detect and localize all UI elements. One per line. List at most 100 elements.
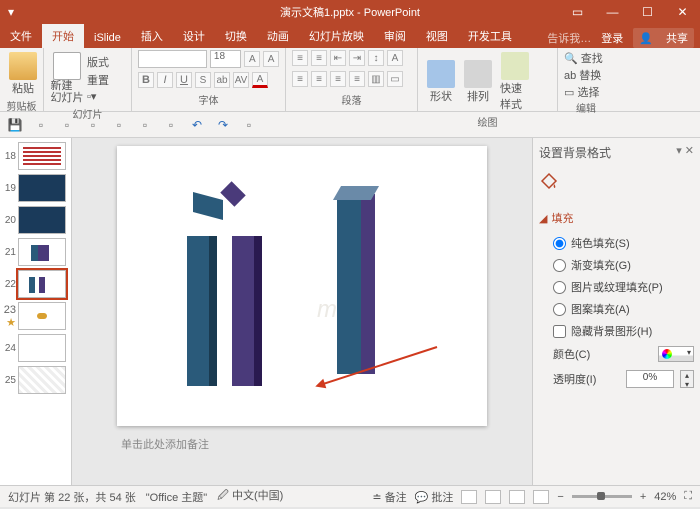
tell-me[interactable]: 告诉我…: [547, 30, 591, 46]
qat-btn[interactable]: ▫: [242, 118, 256, 132]
transparency-label: 透明度(I): [553, 371, 596, 387]
align-center[interactable]: ≡: [311, 71, 327, 87]
close-button[interactable]: ✕: [665, 0, 700, 24]
select-button[interactable]: ▭ 选择: [564, 84, 608, 100]
normal-view-icon[interactable]: [461, 490, 477, 504]
text-direction[interactable]: A: [387, 50, 403, 66]
zoom-level[interactable]: 42%: [654, 491, 676, 503]
reset-button[interactable]: 重置: [87, 72, 109, 88]
zoom-slider[interactable]: [572, 495, 632, 498]
tab-slideshow[interactable]: 幻灯片放映: [299, 24, 374, 48]
spacing-button[interactable]: AV: [233, 72, 249, 88]
pane-title: 设置背景格式: [539, 144, 694, 161]
animation-star-icon: ★: [6, 317, 16, 329]
thumbnail[interactable]: [18, 366, 66, 394]
shadow-button[interactable]: ab: [214, 72, 230, 88]
color-label: 颜色(C): [553, 346, 590, 362]
underline-button[interactable]: U: [176, 72, 192, 88]
font-color-button[interactable]: A: [252, 72, 268, 88]
thumbnail[interactable]: [18, 334, 66, 362]
shapes-button[interactable]: 形状: [424, 58, 458, 106]
replace-button[interactable]: ab 替换: [564, 67, 608, 83]
language-status[interactable]: 🖉 中文(中国): [217, 487, 283, 506]
hide-bg-graphics-option[interactable]: 隐藏背景图形(H): [539, 320, 694, 342]
qat-btn[interactable]: ▫: [164, 118, 178, 132]
undo-icon[interactable]: ↶: [190, 118, 204, 132]
notes-placeholder[interactable]: 单击此处添加备注: [117, 432, 487, 456]
tab-transitions[interactable]: 切换: [215, 24, 257, 48]
thumbnail-active[interactable]: [18, 270, 66, 298]
ribbon-tabs: 文件 开始 iSlide 插入 设计 切换 动画 幻灯片放映 审阅 视图 开发工…: [0, 24, 700, 48]
solid-fill-option[interactable]: 纯色填充(S): [539, 232, 694, 254]
slide-count[interactable]: 幻灯片 第 22 张，共 54 张: [8, 489, 136, 505]
new-slide-button[interactable]: 新建 幻灯片: [50, 50, 84, 106]
transparency-input[interactable]: 0%: [626, 370, 674, 388]
italic-button[interactable]: I: [157, 72, 173, 88]
tab-developer[interactable]: 开发工具: [458, 24, 522, 48]
maximize-button[interactable]: ☐: [630, 0, 665, 24]
find-button[interactable]: 🔍 查找: [564, 50, 608, 66]
share-button[interactable]: 👤 共享: [633, 28, 694, 48]
picture-fill-option[interactable]: 图片或纹理填充(P): [539, 276, 694, 298]
smartart-button[interactable]: ▭: [387, 71, 403, 87]
fill-section-header[interactable]: ◢ 填充: [539, 210, 694, 226]
align-right[interactable]: ≡: [330, 71, 346, 87]
tab-file[interactable]: 文件: [0, 24, 42, 48]
align-justify[interactable]: ≡: [349, 71, 365, 87]
grow-font[interactable]: A: [244, 51, 260, 67]
shrink-font[interactable]: A: [263, 51, 279, 67]
slide-canvas[interactable]: m: [117, 146, 487, 426]
thumbnail[interactable]: [18, 206, 66, 234]
tab-design[interactable]: 设计: [173, 24, 215, 48]
bold-button[interactable]: B: [138, 72, 154, 88]
section-button[interactable]: ▫▾: [87, 90, 109, 103]
qat-btn[interactable]: ▫: [34, 118, 48, 132]
app-menu-icon[interactable]: ▾: [8, 5, 14, 19]
sorter-view-icon[interactable]: [485, 490, 501, 504]
tab-animations[interactable]: 动画: [257, 24, 299, 48]
indent-dec[interactable]: ⇤: [330, 50, 346, 66]
login-link[interactable]: 登录: [601, 30, 623, 46]
fill-bucket-icon[interactable]: [539, 171, 559, 191]
tab-review[interactable]: 审阅: [374, 24, 416, 48]
paste-button[interactable]: 粘贴: [6, 50, 40, 98]
thumbnail[interactable]: [18, 174, 66, 202]
tab-insert[interactable]: 插入: [131, 24, 173, 48]
indent-inc[interactable]: ⇥: [349, 50, 365, 66]
font-size-select[interactable]: 18: [210, 50, 242, 68]
comments-toggle[interactable]: 💬 批注: [415, 489, 454, 505]
tab-home[interactable]: 开始: [42, 24, 84, 48]
save-icon[interactable]: 💾: [8, 118, 22, 132]
qat-btn[interactable]: ▫: [138, 118, 152, 132]
slide-thumbnails[interactable]: 18 19 20 21 22 23★ 24 25: [0, 138, 72, 485]
tab-islide[interactable]: iSlide: [84, 28, 131, 48]
color-picker[interactable]: ▾: [658, 346, 694, 362]
numbering-button[interactable]: ≡: [311, 50, 327, 66]
bullets-button[interactable]: ≡: [292, 50, 308, 66]
thumbnail[interactable]: [18, 142, 66, 170]
pane-close-icon[interactable]: ▾ ✕: [676, 144, 694, 157]
reading-view-icon[interactable]: [509, 490, 525, 504]
redo-icon[interactable]: ↷: [216, 118, 230, 132]
fit-to-window[interactable]: ⛶: [684, 490, 692, 503]
notes-toggle[interactable]: ≐ 备注: [372, 489, 406, 505]
gradient-fill-option[interactable]: 渐变填充(G): [539, 254, 694, 276]
line-spacing[interactable]: ↕: [368, 50, 384, 66]
quick-styles-button[interactable]: 快速样式: [498, 50, 532, 114]
arrange-button[interactable]: 排列: [461, 58, 495, 106]
thumbnail[interactable]: [18, 302, 66, 330]
transparency-spinner[interactable]: ▴▾: [680, 370, 694, 388]
minimize-button[interactable]: ―: [595, 0, 630, 24]
font-family-select[interactable]: [138, 50, 207, 68]
strike-button[interactable]: S: [195, 72, 211, 88]
tab-view[interactable]: 视图: [416, 24, 458, 48]
pattern-fill-option[interactable]: 图案填充(A): [539, 298, 694, 320]
zoom-in[interactable]: +: [640, 491, 646, 503]
columns-button[interactable]: ▥: [368, 71, 384, 87]
slideshow-view-icon[interactable]: [533, 490, 549, 504]
ribbon-options-icon[interactable]: ▭: [560, 0, 595, 24]
zoom-out[interactable]: −: [557, 491, 563, 503]
layout-button[interactable]: 版式: [87, 54, 109, 70]
thumbnail[interactable]: [18, 238, 66, 266]
align-left[interactable]: ≡: [292, 71, 308, 87]
